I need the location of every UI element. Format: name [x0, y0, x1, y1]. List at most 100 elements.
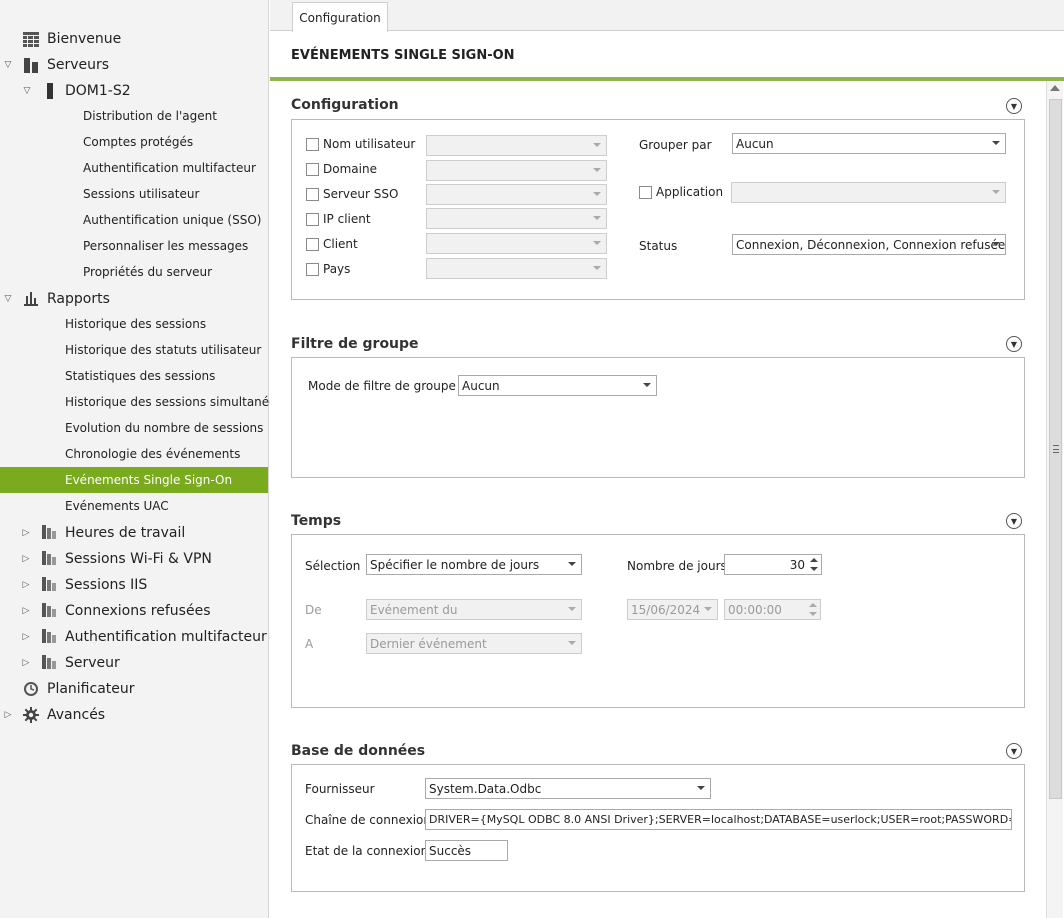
tree-item-sessions-simultanees[interactable]: Historique des sessions simultanées — [0, 389, 283, 415]
collapsed-arrow-icon[interactable]: ▷ — [3, 710, 13, 720]
settings-scroll-area: Configuration ▼ Nom utilisateur Domaine … — [270, 81, 1064, 918]
tree-item-sessions-utilisateur[interactable]: Sessions utilisateur — [0, 181, 268, 207]
chaine-connexion-input[interactable]: DRIVER={MySQL ODBC 8.0 ANSI Driver};SERV… — [425, 809, 1012, 830]
tree-item-historique-statuts[interactable]: Historique des statuts utilisateur — [0, 337, 268, 363]
de-date-picker[interactable]: 15/06/2024 — [627, 599, 718, 620]
report-group-icon — [42, 603, 56, 617]
tree-item-sessions-wifi-vpn[interactable]: ▷ Sessions Wi-Fi & VPN — [0, 546, 268, 572]
combo-value: Aucun — [736, 136, 774, 151]
checkbox-nom-utilisateur[interactable] — [306, 138, 319, 151]
application-combo[interactable] — [731, 182, 1006, 203]
checkbox-serveur-sso[interactable] — [306, 188, 319, 201]
tree-item-label: Historique des sessions — [65, 317, 207, 331]
collapse-chevron-icon[interactable]: ▼ — [1006, 336, 1022, 352]
grouper-par-combo[interactable]: Aucun — [732, 133, 1006, 154]
mode-filtre-combo[interactable]: Aucun — [458, 375, 657, 396]
combo-value: Spécifier le nombre de jours — [370, 557, 540, 572]
a-combo[interactable]: Dernier événement — [366, 633, 582, 654]
domaine-combo[interactable] — [426, 160, 607, 181]
nom-utilisateur-combo[interactable] — [426, 135, 607, 156]
gear-icon — [23, 707, 39, 723]
scrollbar-thumb[interactable] — [1049, 99, 1062, 799]
ip-client-combo[interactable] — [426, 208, 607, 229]
tree-item-evenements-uac[interactable]: Evénements UAC — [0, 493, 268, 519]
tree-item-label: Sessions IIS — [65, 577, 148, 593]
expanded-arrow-icon[interactable]: ▽ — [3, 294, 13, 304]
spinner-arrows[interactable] — [809, 556, 819, 573]
collapsed-arrow-icon[interactable]: ▷ — [21, 554, 31, 564]
client-combo[interactable] — [426, 233, 607, 254]
collapse-chevron-icon[interactable]: ▼ — [1006, 98, 1022, 114]
tree-item-authentification-multifacteur[interactable]: Authentification multifacteur — [0, 155, 268, 181]
de-label: De — [305, 603, 322, 617]
grid-icon — [23, 32, 39, 47]
checkbox-pays[interactable] — [306, 263, 319, 276]
collapse-chevron-icon[interactable]: ▼ — [1006, 513, 1022, 529]
tree-item-historique-sessions[interactable]: Historique des sessions — [0, 311, 268, 337]
tree-item-evenements-sso[interactable]: Evénements Single Sign-On — [0, 467, 268, 493]
tab-configuration[interactable]: Configuration — [292, 2, 388, 32]
tree-item-planificateur[interactable]: Planificateur — [0, 676, 268, 702]
scroll-up-arrow-icon[interactable] — [1050, 85, 1060, 91]
section-title-base-donnees: Base de données — [291, 743, 426, 759]
navigation-tree: Bienvenue ▽ Serveurs ▽ DOM1-S2 Distribut… — [0, 0, 283, 918]
report-group-icon — [42, 551, 56, 565]
tree-item-rapports[interactable]: ▽ Rapports — [0, 286, 268, 312]
tree-item-bienvenue[interactable]: Bienvenue — [0, 26, 268, 52]
tree-item-dom1-s2[interactable]: ▽ DOM1-S2 — [0, 78, 268, 104]
expanded-arrow-icon[interactable]: ▽ — [22, 86, 32, 96]
fournisseur-combo[interactable]: System.Data.Odbc — [425, 778, 711, 799]
serveur-sso-combo[interactable] — [426, 184, 607, 205]
tree-item-label: Evolution du nombre de sessions — [65, 421, 264, 435]
collapsed-arrow-icon[interactable]: ▷ — [21, 632, 31, 642]
collapsed-arrow-icon[interactable]: ▷ — [21, 606, 31, 616]
collapsed-arrow-icon[interactable]: ▷ — [21, 580, 31, 590]
status-label: Status — [639, 239, 678, 253]
spinner-arrows[interactable] — [808, 601, 818, 618]
tree-item-label: Evénements UAC — [65, 499, 169, 513]
tree-item-sso[interactable]: Authentification unique (SSO) — [0, 207, 268, 233]
combo-value: Dernier événement — [370, 636, 487, 651]
tree-item-distribution-agent[interactable]: Distribution de l'agent — [0, 103, 268, 129]
selection-combo[interactable]: Spécifier le nombre de jours — [366, 554, 582, 575]
collapsed-arrow-icon[interactable]: ▷ — [21, 658, 31, 668]
checkbox-client[interactable] — [306, 238, 319, 251]
tree-item-chronologie[interactable]: Chronologie des événements — [0, 441, 268, 467]
tree-item-avances[interactable]: ▷ Avancés — [0, 702, 268, 728]
checkbox-label: IP client — [323, 212, 371, 226]
bar-chart-icon — [24, 292, 38, 306]
checkbox-application[interactable] — [639, 186, 652, 199]
tree-item-rapport-serveur[interactable]: ▷ Serveur — [0, 650, 268, 676]
spinner-value: 00:00:00 — [728, 602, 782, 617]
tree-item-personnaliser-messages[interactable]: Personnaliser les messages — [0, 233, 268, 259]
combo-value: 15/06/2024 — [631, 602, 701, 617]
grip-icon — [1053, 445, 1059, 453]
vertical-scrollbar[interactable] — [1046, 81, 1063, 918]
configuration-panel: Nom utilisateur Domaine Serveur SSO IP c… — [291, 119, 1025, 300]
tree-item-evolution-sessions[interactable]: Evolution du nombre de sessions — [0, 415, 268, 441]
tree-item-label: Planificateur — [47, 681, 135, 697]
de-time-spinner[interactable]: 00:00:00 — [724, 599, 821, 620]
tree-item-rapport-authentification-multifacteur[interactable]: ▷ Authentification multifacteur — [0, 624, 268, 650]
checkbox-ip-client[interactable] — [306, 213, 319, 226]
collapsed-arrow-icon[interactable]: ▷ — [21, 528, 31, 538]
expanded-arrow-icon[interactable]: ▽ — [3, 60, 13, 70]
de-combo[interactable]: Evénement du — [366, 599, 582, 620]
tree-item-heures-travail[interactable]: ▷ Heures de travail — [0, 520, 268, 546]
tree-item-comptes-proteges[interactable]: Comptes protégés — [0, 129, 268, 155]
tree-item-sessions-iis[interactable]: ▷ Sessions IIS — [0, 572, 268, 598]
server-icon — [47, 83, 53, 99]
tree-item-label: Bienvenue — [47, 31, 122, 47]
status-combo[interactable]: Connexion, Déconnexion, Connexion refusé… — [732, 234, 1006, 255]
tree-item-proprietes-serveur[interactable]: Propriétés du serveur — [0, 259, 268, 285]
report-group-icon — [42, 655, 56, 669]
collapse-chevron-icon[interactable]: ▼ — [1006, 743, 1022, 759]
combo-value: System.Data.Odbc — [429, 781, 542, 796]
pays-combo[interactable] — [426, 258, 607, 279]
tree-item-serveurs[interactable]: ▽ Serveurs — [0, 52, 268, 78]
tree-item-connexions-refusees[interactable]: ▷ Connexions refusées — [0, 598, 268, 624]
nombre-jours-spinner[interactable]: 30 — [724, 554, 822, 575]
tree-item-label: Serveur — [65, 655, 120, 671]
tree-item-statistiques-sessions[interactable]: Statistiques des sessions — [0, 363, 268, 389]
checkbox-domaine[interactable] — [306, 163, 319, 176]
